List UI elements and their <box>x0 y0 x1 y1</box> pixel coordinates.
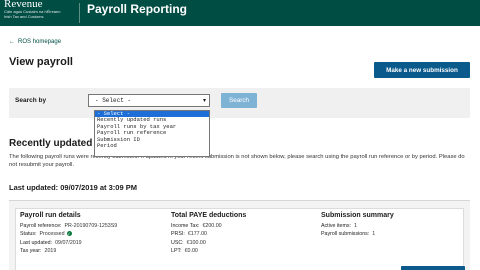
revenue-logo[interactable]: Revenue Cáin agus Custaim na hÉireann Ir… <box>4 0 74 26</box>
search-by-select[interactable]: - Select - ▾ <box>88 94 210 107</box>
app-header: Revenue Cáin agus Custaim na hÉireann Ir… <box>0 0 480 26</box>
payroll-run-card-container: Payroll run details Payroll reference: PR… <box>9 200 470 270</box>
view-payroll-run-button[interactable] <box>401 266 465 270</box>
deduction-row-income-tax: Income Tax: €200.00 <box>171 223 222 229</box>
logo-main-text: Revenue <box>4 0 43 10</box>
page-title: View payroll <box>9 56 73 68</box>
summary-row-submissions: Payroll submissions: 1 <box>321 231 376 238</box>
deduction-row-prsi: PRSI: €177.00 <box>171 231 207 238</box>
total-paye-deductions: Total PAYE deductions Income Tax: €200.00… <box>171 212 246 255</box>
recent-info-text: The following payroll runs were recently… <box>9 154 465 168</box>
chevron-down-icon: ▾ <box>202 97 206 104</box>
payroll-run-details: Payroll run details Payroll reference: PR… <box>20 212 117 255</box>
back-link[interactable]: ← ROS homepage <box>9 39 61 45</box>
summary-heading: Submission summary <box>321 212 394 219</box>
back-link-label: ROS homepage <box>18 39 62 45</box>
deduction-row-usc: USC: €100.00 <box>171 239 206 246</box>
summary-row-active-items: Active items: 1 <box>321 223 357 229</box>
detail-row-reference: Payroll reference: PR-20190709-1253S9 <box>20 223 118 229</box>
payroll-run-card: Payroll run details Payroll reference: PR… <box>15 208 465 270</box>
details-heading: Payroll run details <box>20 212 81 219</box>
submission-summary: Submission summary Active items: 1 Payrol… <box>321 212 394 239</box>
search-by-dropdown: - Select - Recently updated runs Payroll… <box>94 110 210 157</box>
search-button[interactable]: Search <box>221 93 257 108</box>
deduction-row-lpt: LPT: €0.00 <box>171 247 198 254</box>
recently-updated-heading: Recently updated <box>9 138 93 149</box>
dropdown-option-period[interactable]: Period <box>95 143 209 149</box>
detail-row-tax-year: Tax year: 2019 <box>20 247 57 254</box>
search-panel: Search by - Select - ▾ Search <box>9 88 470 118</box>
new-submission-button[interactable]: Make a new submission <box>374 62 470 78</box>
deductions-heading: Total PAYE deductions <box>171 212 247 219</box>
detail-row-last-updated: Last updated: 09/07/2019 <box>20 239 82 246</box>
search-by-label: Search by <box>15 97 47 104</box>
detail-row-status: Status: Processed ✓ <box>20 231 72 238</box>
select-value: - Select - <box>95 97 132 104</box>
check-icon: ✓ <box>66 231 72 237</box>
header-title: Payroll Reporting <box>87 2 188 16</box>
last-updated-text: Last updated: 09/07/2019 at 3:09 PM <box>9 183 137 192</box>
logo-sub-text-2: Irish Tax and Customs <box>4 14 44 19</box>
back-arrow-icon: ← <box>9 39 15 45</box>
header-divider <box>79 3 80 23</box>
